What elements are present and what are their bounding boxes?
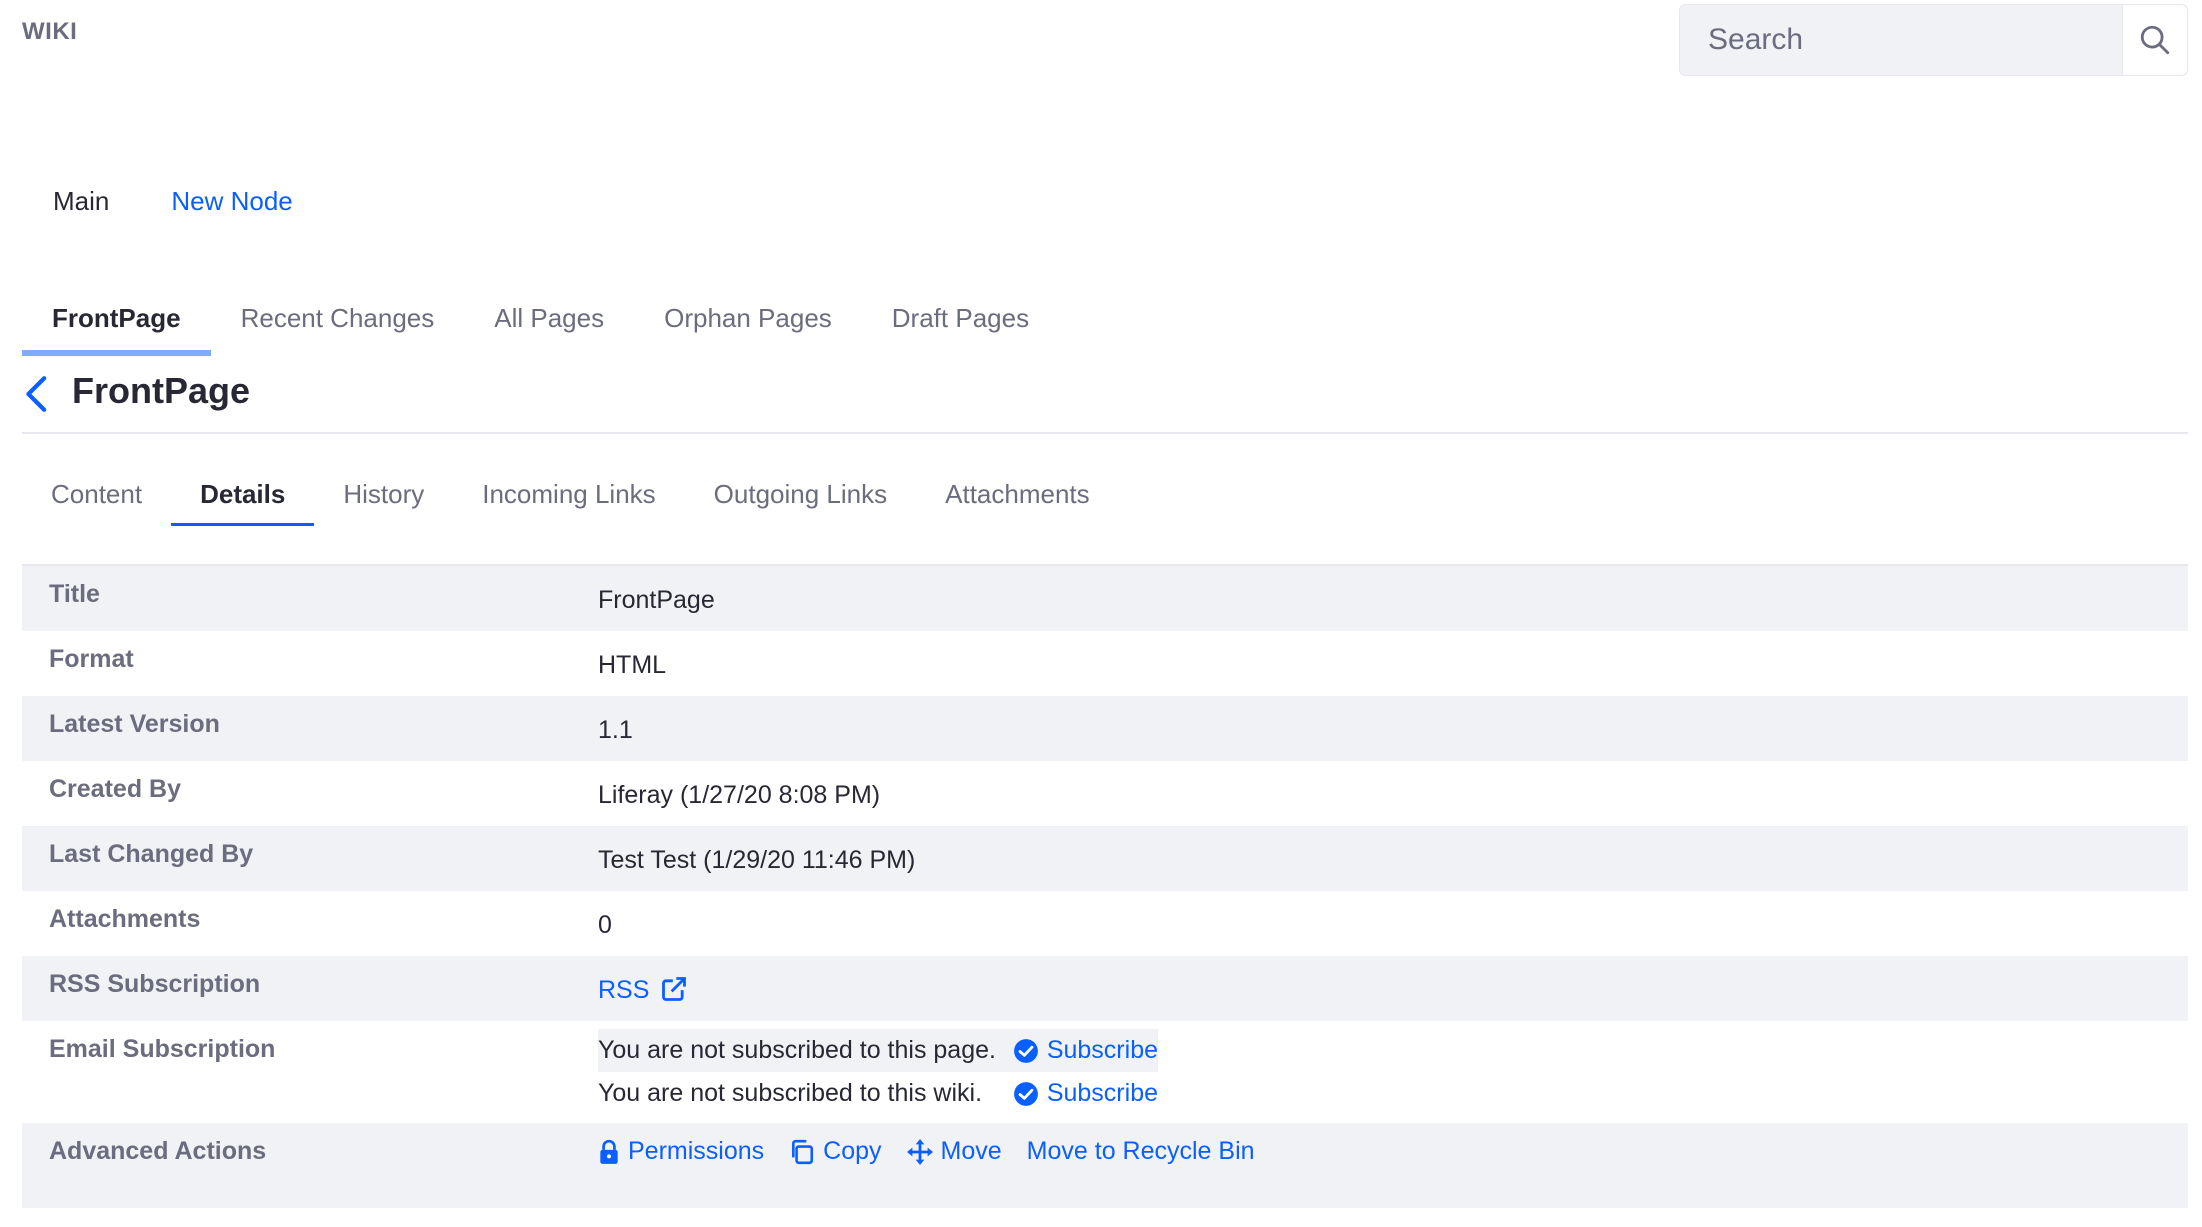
row-label: RSS Subscription: [49, 970, 261, 998]
site-label: WIKI: [22, 18, 78, 45]
email-subscription-page: You are not subscribed to this page. Sub…: [598, 1029, 1158, 1072]
node-nav: Main New Node: [53, 186, 293, 217]
move-icon: [906, 1138, 933, 1165]
row-label: Created By: [49, 775, 181, 803]
advanced-actions: Permissions Copy Move Move to Recycle Bi…: [598, 1137, 2188, 1166]
email-wiki-text: You are not subscribed to this wiki.: [598, 1079, 983, 1107]
table-row: Created By Liferay (1/27/20 8:08 PM): [22, 761, 2188, 826]
move-label: Move: [940, 1137, 1002, 1165]
permissions-button[interactable]: Permissions: [598, 1137, 764, 1166]
tab-details[interactable]: Details: [171, 467, 315, 526]
tab-draft-pages[interactable]: Draft Pages: [862, 295, 1059, 356]
tab-incoming-links[interactable]: Incoming Links: [453, 467, 684, 526]
row-value: Test Test (1/29/20 11:46 PM): [598, 846, 916, 874]
table-row: Email Subscription You are not subscribe…: [22, 1021, 2188, 1123]
tab-recent-changes[interactable]: Recent Changes: [211, 295, 465, 356]
email-page-text: You are not subscribed to this page.: [598, 1036, 996, 1064]
tab-frontpage[interactable]: FrontPage: [22, 295, 211, 356]
row-label: Format: [49, 645, 134, 673]
lock-icon: [600, 1139, 618, 1164]
row-value: You are not subscribed to this page. Sub…: [598, 1021, 2188, 1115]
row-value: RSS: [598, 956, 2188, 1005]
row-label: Title: [49, 580, 100, 608]
subscribe-label: Subscribe: [1046, 1036, 1158, 1064]
permissions-label: Permissions: [628, 1137, 765, 1165]
search-icon: [2140, 25, 2170, 55]
tab-orphan-pages[interactable]: Orphan Pages: [634, 295, 862, 356]
row-value: FrontPage: [598, 586, 715, 614]
table-row: Last Changed By Test Test (1/29/20 11:46…: [22, 826, 2188, 891]
subscribe-wiki-button[interactable]: Subscribe: [1013, 1079, 1158, 1108]
table-row: Latest Version 1.1: [22, 696, 2188, 761]
move-button[interactable]: Move: [906, 1137, 1002, 1166]
table-row: Title FrontPage: [22, 566, 2188, 631]
subscribe-page-button[interactable]: Subscribe: [1013, 1036, 1158, 1065]
chevron-left-icon[interactable]: [22, 374, 52, 414]
row-label: Email Subscription: [49, 1035, 276, 1063]
check-circle-icon: [1013, 1081, 1038, 1106]
row-value: 1.1: [598, 716, 633, 744]
table-row: Format HTML: [22, 631, 2188, 696]
node-new-node[interactable]: New Node: [171, 186, 292, 217]
row-value: Liferay (1/27/20 8:08 PM): [598, 781, 881, 809]
row-value: HTML: [598, 651, 667, 679]
row-value: Permissions Copy Move Move to Recycle Bi…: [598, 1123, 2188, 1166]
tab-history[interactable]: History: [314, 467, 453, 526]
sub-tabs: Content Details History Incoming Links O…: [22, 467, 1119, 526]
row-label: Attachments: [49, 905, 201, 933]
email-subscription-wiki: You are not subscribed to this wiki. Sub…: [598, 1072, 1158, 1115]
copy-button[interactable]: Copy: [789, 1137, 882, 1166]
rss-link[interactable]: RSS: [598, 976, 649, 1004]
subscribe-label: Subscribe: [1046, 1079, 1158, 1107]
external-link-icon[interactable]: [660, 975, 688, 1003]
row-label: Latest Version: [49, 710, 220, 738]
table-row: RSS Subscription RSS: [22, 956, 2188, 1021]
tab-all-pages[interactable]: All Pages: [464, 295, 634, 356]
row-label: Advanced Actions: [49, 1137, 267, 1165]
table-row: Advanced Actions Permissions Copy Move M…: [22, 1123, 2188, 1208]
tab-attachments[interactable]: Attachments: [916, 467, 1119, 526]
search-bar: [1679, 4, 2188, 76]
recycle-bin-button[interactable]: Move to Recycle Bin: [1027, 1137, 1255, 1166]
row-value: 0: [598, 911, 612, 939]
row-label: Last Changed By: [49, 840, 254, 868]
page-header: FrontPage: [22, 364, 2188, 434]
recycle-label: Move to Recycle Bin: [1026, 1137, 1255, 1165]
copy-label: Copy: [823, 1137, 882, 1165]
check-circle-icon: [1013, 1038, 1038, 1063]
search-input[interactable]: [1680, 5, 2122, 75]
details-table: Title FrontPage Format HTML Latest Versi…: [22, 564, 2188, 1208]
search-button[interactable]: [2122, 5, 2187, 75]
page-title: FrontPage: [72, 370, 251, 411]
tab-content[interactable]: Content: [22, 467, 171, 526]
copy-icon: [792, 1139, 814, 1164]
table-row: Attachments 0: [22, 891, 2188, 956]
tab-outgoing-links[interactable]: Outgoing Links: [685, 467, 916, 526]
node-main[interactable]: Main: [53, 186, 109, 217]
main-tabs: FrontPage Recent Changes All Pages Orpha…: [22, 295, 1059, 356]
